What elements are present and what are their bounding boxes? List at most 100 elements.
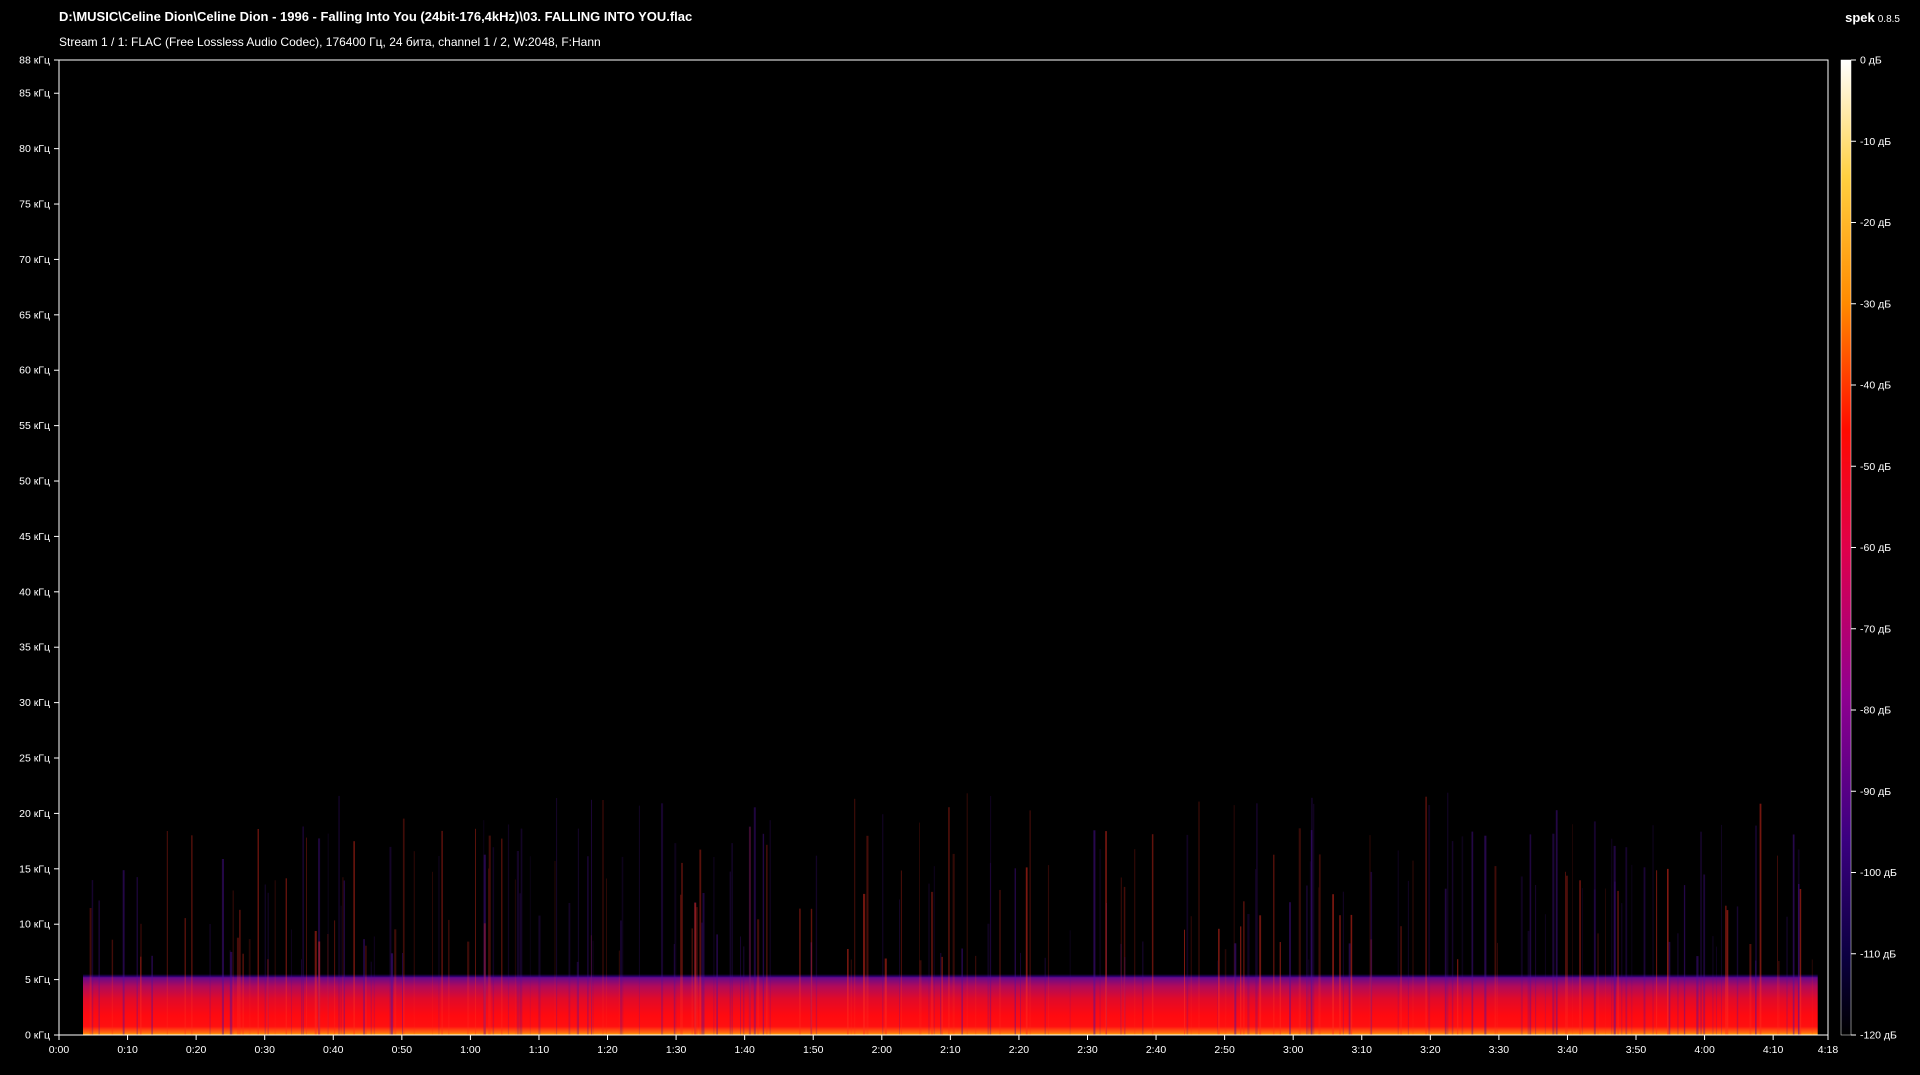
spectrogram-streak xyxy=(1134,849,1136,1035)
spectrogram-streak xyxy=(1339,915,1341,1035)
spectrogram-streak xyxy=(1313,803,1315,1035)
spectrogram-streak xyxy=(1397,850,1399,1035)
spectrogram-streak xyxy=(591,799,592,1035)
spectrogram-streak xyxy=(1494,866,1497,1035)
spectrogram-streak xyxy=(1218,928,1220,1035)
db-tick-label: -80 дБ xyxy=(1860,705,1891,717)
x-tick-label: 1:10 xyxy=(529,1044,550,1056)
spectrogram-streak xyxy=(941,956,943,1035)
db-tick-label: -50 дБ xyxy=(1860,461,1891,473)
spectrogram-streak xyxy=(432,871,433,1035)
db-tick-label: -100 дБ xyxy=(1860,867,1897,879)
spectrogram-streak xyxy=(1643,867,1646,1035)
spectrogram-streak xyxy=(713,857,715,1035)
spectrogram-streak xyxy=(1412,860,1414,1035)
spectrogram-streak xyxy=(694,902,697,1035)
spectrogram-streak xyxy=(1142,941,1144,1035)
spectrogram-streak xyxy=(743,946,745,1035)
spectrogram-streak xyxy=(748,826,751,1035)
spectrogram-streak xyxy=(136,877,138,1035)
x-tick-label: 1:30 xyxy=(666,1044,687,1056)
spectrogram-streak xyxy=(363,939,365,1035)
spectrogram-streak xyxy=(1716,946,1717,1035)
spectrogram-streak xyxy=(1597,933,1599,1035)
spectrogram-streak xyxy=(1093,830,1096,1035)
spectrogram-streak xyxy=(931,891,934,1035)
spectrogram-streak xyxy=(111,939,114,1035)
spectrogram-streak xyxy=(1400,926,1402,1035)
y-tick-label: 40 кГц xyxy=(19,586,50,598)
spectrogram-streak xyxy=(952,853,955,1035)
x-tick-label: 2:00 xyxy=(872,1044,893,1056)
spectrogram-streak xyxy=(184,918,186,1035)
spectrogram-streak xyxy=(1721,824,1722,1035)
spectrogram-streak xyxy=(850,959,852,1035)
spectrogram-streak xyxy=(799,908,801,1035)
spectrogram-streak xyxy=(492,847,495,1035)
x-tick-label: 1:00 xyxy=(460,1044,481,1056)
spectrogram-streak xyxy=(1797,849,1800,1035)
spectrogram-streak xyxy=(413,851,415,1035)
spectrogram-streak xyxy=(221,859,224,1035)
db-scale: 0 дБ -10 дБ -20 дБ -30 дБ -40 дБ -50 дБ -60 дБ… xyxy=(1851,55,1897,1042)
spectrogram-streak xyxy=(899,899,900,1035)
spectrogram-streak xyxy=(151,955,153,1035)
y-tick-label: 70 кГц xyxy=(19,254,50,266)
spectrogram-streak xyxy=(740,936,741,1035)
spectrogram-streak xyxy=(940,953,942,1035)
spectrogram-streak xyxy=(166,831,168,1035)
spectrogram-streak xyxy=(1279,942,1281,1035)
spectrogram-streak xyxy=(1029,810,1031,1035)
spectrogram-streak xyxy=(602,800,604,1035)
spectrogram-streak xyxy=(242,953,244,1035)
spectrogram-streak xyxy=(948,807,950,1035)
spectrogram-streak xyxy=(815,855,818,1035)
spectrogram-streak xyxy=(467,941,470,1035)
spectrogram-streak xyxy=(1611,838,1613,1035)
spectrogram-streak xyxy=(757,919,760,1035)
spectrogram-streak xyxy=(618,950,620,1035)
spectrogram-streak xyxy=(674,843,677,1035)
spectrogram-streak xyxy=(1342,891,1344,1035)
spectrogram-streak xyxy=(556,798,558,1035)
spectrogram-streak xyxy=(1273,854,1275,1035)
spectrogram-streak xyxy=(1457,959,1459,1035)
db-tick-label: -110 дБ xyxy=(1860,948,1896,960)
y-tick-label: 10 кГц xyxy=(19,919,50,931)
spectrogram-streak xyxy=(318,941,321,1035)
spectrogram-streak xyxy=(1668,941,1671,1035)
spectrogram-streak xyxy=(1298,828,1301,1035)
spectrogram-streak xyxy=(191,835,193,1035)
spectrogram-streak xyxy=(291,929,292,1035)
y-tick-label: 60 кГц xyxy=(19,365,50,377)
spectrogram-streak xyxy=(1778,961,1780,1035)
spectrogram-streak xyxy=(1579,880,1581,1035)
spectrogram-streak xyxy=(301,959,302,1035)
spectrogram-streak xyxy=(1552,833,1555,1035)
spectrogram-streak xyxy=(538,915,541,1035)
x-tick-label: 1:20 xyxy=(597,1044,618,1056)
spectrogram-streak xyxy=(98,900,100,1035)
spectrogram-streak xyxy=(1234,943,1237,1035)
spectrogram-streak xyxy=(1652,825,1654,1035)
spectrogram-streak xyxy=(1581,888,1583,1035)
spectrogram-streak xyxy=(884,958,887,1035)
spectrogram-streak xyxy=(448,919,450,1035)
y-tick-label: 30 кГц xyxy=(19,697,50,709)
spectrogram-streak xyxy=(1047,865,1050,1035)
spectrogram-streak xyxy=(1025,867,1028,1035)
spectrogram-streak xyxy=(239,909,241,1035)
y-tick-label: 15 кГц xyxy=(19,863,50,875)
spectrogram-streak xyxy=(1786,916,1788,1035)
spectrogram-streak xyxy=(1593,889,1596,1035)
spectrogram-streak xyxy=(854,798,856,1035)
x-tick-label: 0:40 xyxy=(323,1044,344,1056)
spectrogram-streak xyxy=(91,880,94,1035)
spectrogram-streak xyxy=(342,877,344,1035)
spectrogram-streak xyxy=(1151,834,1154,1035)
spectrogram-streak xyxy=(1309,861,1311,1035)
spectrogram-streak xyxy=(699,849,702,1035)
spectrogram-streak xyxy=(1247,914,1250,1035)
spectrogram-streak xyxy=(933,866,935,1035)
y-tick-label: 35 кГц xyxy=(19,642,50,654)
